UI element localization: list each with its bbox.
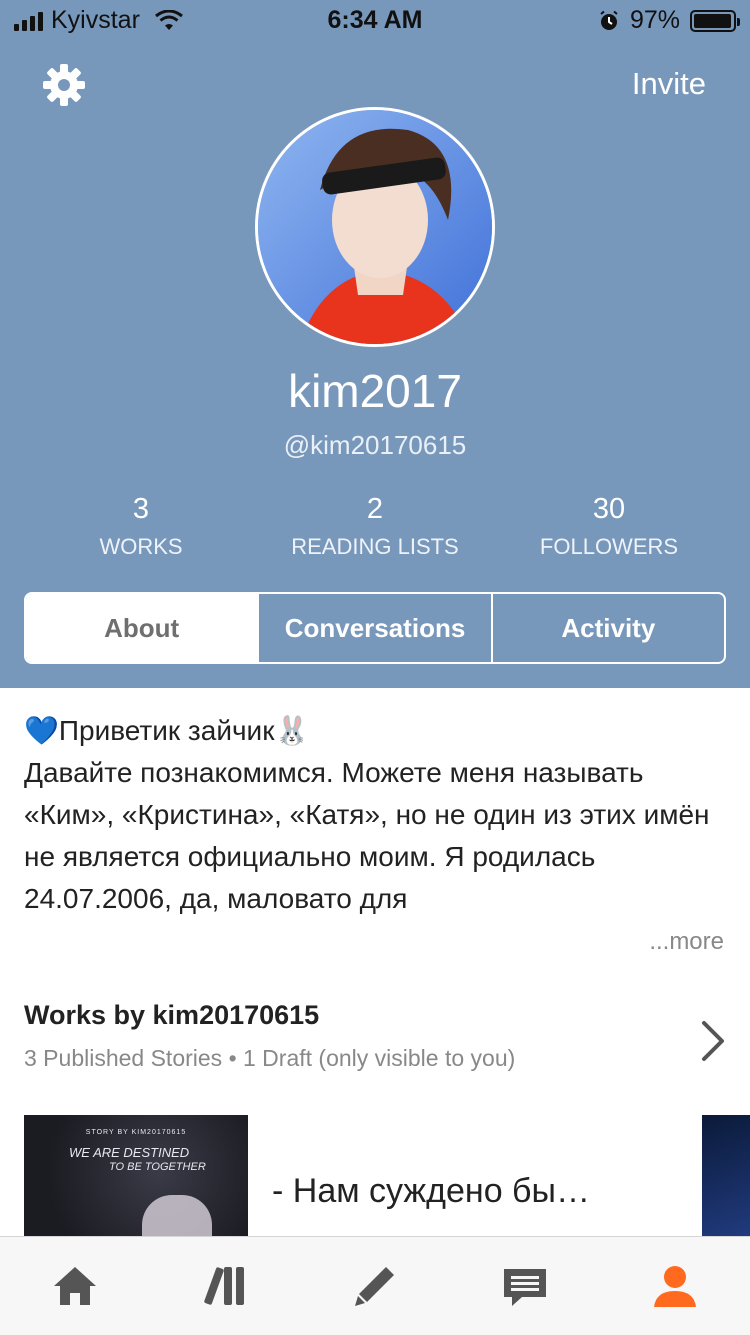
story-title[interactable]: - Нам суждено бы… bbox=[272, 1172, 590, 1211]
followers-count: 30 bbox=[592, 493, 626, 525]
cover-title-line1: WE ARE DESTINED bbox=[69, 1145, 190, 1160]
about-greeting: Приветик зайчик bbox=[58, 715, 275, 746]
profile-tabs: About Conversations Activity bbox=[24, 592, 726, 664]
followers-label: FOLLOWERS bbox=[539, 534, 679, 559]
battery-icon bbox=[690, 9, 740, 32]
display-name: kim2017 bbox=[288, 365, 462, 417]
works-section-title[interactable]: Works by kim20170615 bbox=[24, 1000, 319, 1031]
blue-heart-icon: 💙 bbox=[24, 715, 59, 746]
works-label: WORKS bbox=[99, 534, 183, 559]
home-icon bbox=[54, 1267, 96, 1305]
messages-icon bbox=[504, 1269, 546, 1306]
story-cover[interactable]: STORY BY KIM20170615 WE ARE DESTINED TO … bbox=[24, 1115, 248, 1255]
followers-stat[interactable]: 30 FOLLOWERS bbox=[468, 492, 750, 564]
chevron-right-icon[interactable] bbox=[700, 1020, 726, 1062]
rabbit-icon: 🐰 bbox=[274, 715, 310, 746]
reading-lists-label: READING LISTS bbox=[291, 534, 459, 559]
invite-button[interactable]: Invite bbox=[632, 66, 706, 102]
tab-home[interactable] bbox=[0, 1261, 150, 1311]
about-body: Давайте познакомимся. Можете меня называ… bbox=[24, 757, 710, 914]
next-story-cover[interactable] bbox=[702, 1115, 750, 1255]
library-icon bbox=[204, 1267, 244, 1305]
tab-conversations[interactable]: Conversations bbox=[257, 594, 490, 662]
tab-write[interactable] bbox=[300, 1261, 450, 1311]
gear-icon[interactable] bbox=[42, 63, 86, 107]
avatar-image bbox=[258, 110, 492, 344]
works-section-subtitle: 3 Published Stories • 1 Draft (only visi… bbox=[24, 1045, 516, 1071]
profile-icon bbox=[654, 1266, 696, 1307]
bottom-tab-bar bbox=[0, 1236, 750, 1335]
username-handle: @kim20170615 bbox=[283, 430, 467, 460]
profile-header: Kyivstar 6:34 AM 97% Invite kim2017 @kim… bbox=[0, 0, 750, 688]
tab-profile[interactable] bbox=[600, 1261, 750, 1311]
profile-stats: 3 WORKS 2 READING LISTS 30 FOLLOWERS bbox=[0, 492, 750, 564]
tab-activity[interactable]: Activity bbox=[490, 594, 724, 662]
cover-byline: STORY BY KIM20170615 bbox=[85, 1129, 187, 1136]
reading-lists-count: 2 bbox=[366, 493, 384, 525]
tab-messages[interactable] bbox=[450, 1261, 600, 1311]
battery-percent: 97% bbox=[629, 6, 680, 34]
works-stat[interactable]: 3 WORKS bbox=[0, 492, 282, 564]
reading-lists-stat[interactable]: 2 READING LISTS bbox=[282, 492, 468, 564]
write-icon bbox=[355, 1267, 394, 1306]
status-bar: Kyivstar 6:34 AM 97% bbox=[0, 0, 750, 40]
tab-library[interactable] bbox=[150, 1261, 300, 1311]
alarm-icon bbox=[600, 10, 618, 30]
works-count: 3 bbox=[132, 493, 150, 525]
cover-title-line2: TO BE TOGETHER bbox=[109, 1161, 206, 1173]
avatar[interactable] bbox=[255, 107, 495, 347]
more-link[interactable]: ...more bbox=[649, 928, 724, 956]
about-text: 💙Приветик зайчик🐰 Давайте познакомимся. … bbox=[24, 710, 726, 920]
tab-about[interactable]: About bbox=[26, 594, 258, 662]
